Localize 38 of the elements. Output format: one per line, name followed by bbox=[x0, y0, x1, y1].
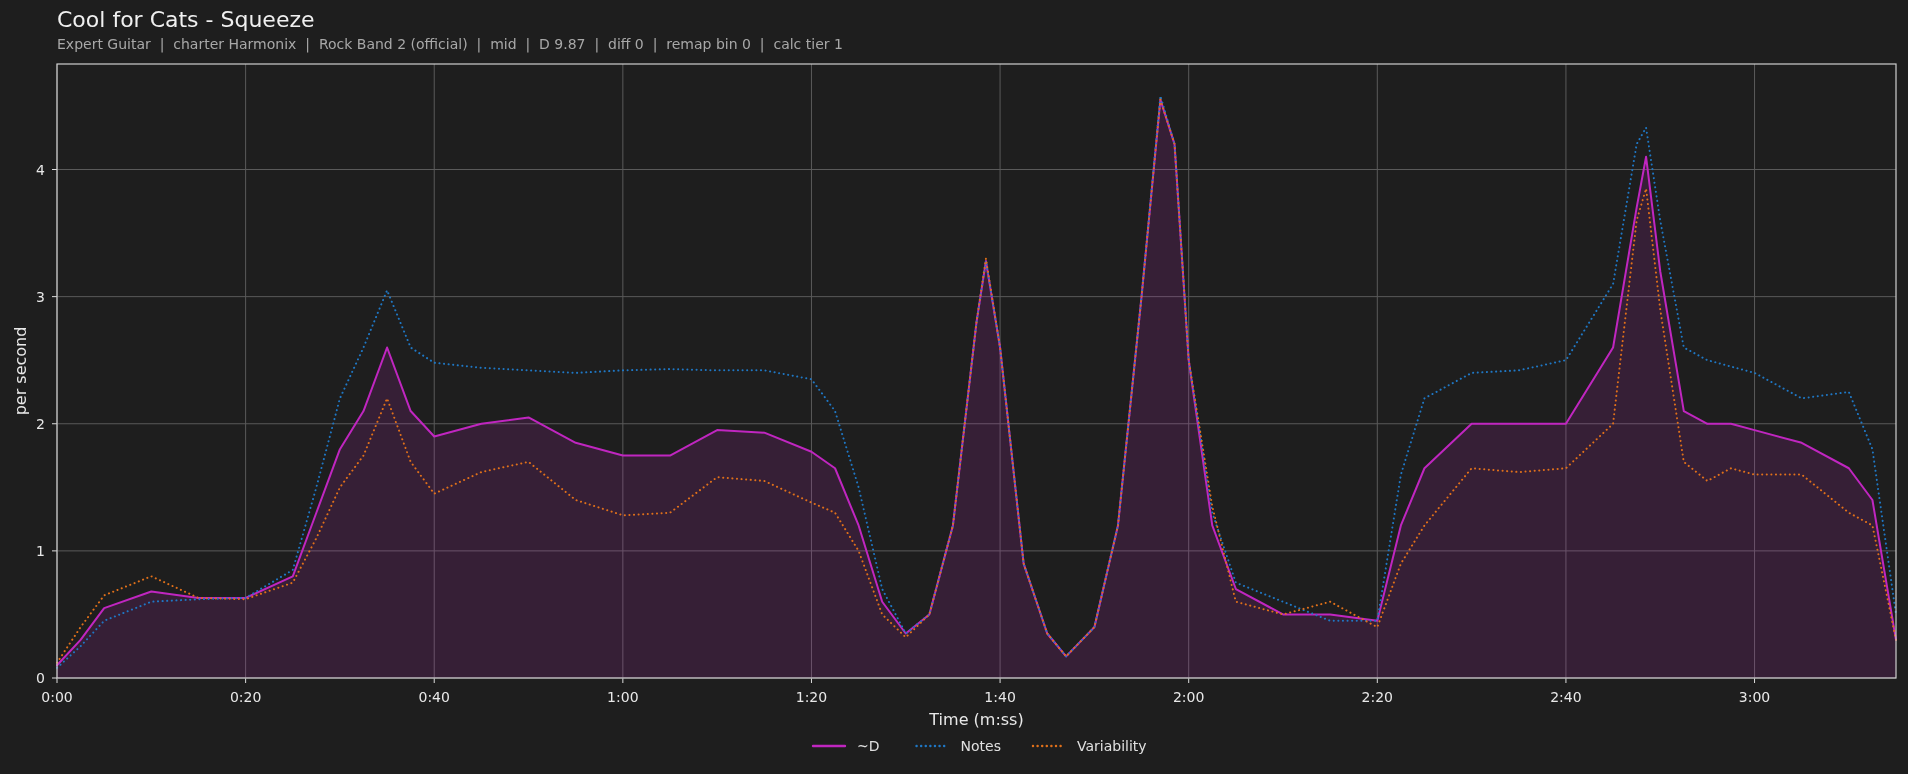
legend-label: Variability bbox=[1076, 738, 1147, 754]
x-tick-label: 1:40 bbox=[984, 689, 1016, 705]
x-tick-label: 2:20 bbox=[1361, 689, 1394, 705]
y-tick-mark bbox=[51, 423, 58, 425]
x-tick-label: 0:40 bbox=[418, 689, 450, 705]
x-tick-mark bbox=[1376, 677, 1378, 684]
x-axis-label: Time (m:ss) bbox=[929, 710, 1024, 729]
legend-swatch bbox=[811, 744, 847, 748]
x-tick-mark bbox=[810, 677, 812, 684]
y-tick-mark bbox=[51, 677, 58, 679]
y-tick-mark bbox=[51, 169, 58, 170]
x-tick-mark bbox=[245, 677, 247, 684]
y-tick-label: 4 bbox=[36, 161, 45, 178]
x-tick-label: 1:00 bbox=[607, 689, 639, 705]
y-tick-label: 1 bbox=[36, 542, 45, 559]
y-tick-mark bbox=[51, 296, 58, 298]
x-tick-mark bbox=[56, 677, 58, 684]
x-tick-label: 2:40 bbox=[1550, 689, 1582, 705]
y-tick-label: 3 bbox=[36, 288, 45, 305]
x-tick-label: 0:00 bbox=[41, 689, 73, 705]
y-tick-label: 0 bbox=[36, 670, 45, 686]
chart-subtitle: Expert Guitar | charter Harmonix | Rock Band 2 (official) | mid | D 9.87 | diff 0 | remap bin 0 | calc tier 1 bbox=[57, 36, 843, 52]
x-tick-mark bbox=[1565, 677, 1567, 684]
x-tick-mark bbox=[999, 677, 1001, 684]
chart-title: Cool for Cats - Squeeze bbox=[57, 7, 315, 32]
x-tick-mark bbox=[1188, 677, 1190, 684]
legend-label: ~D bbox=[857, 738, 880, 754]
y-tick-label: 2 bbox=[36, 415, 45, 432]
x-tick-label: 3:00 bbox=[1738, 689, 1771, 705]
x-tick-label: 0:20 bbox=[229, 689, 262, 705]
x-tick-mark bbox=[1754, 677, 1756, 684]
x-tick-mark bbox=[433, 677, 435, 684]
x-tick-label: 1:20 bbox=[795, 689, 828, 705]
x-tick-mark bbox=[622, 677, 624, 684]
legend-label: Notes bbox=[960, 738, 1001, 754]
x-tick-label: 2:00 bbox=[1172, 689, 1205, 705]
y-tick-mark bbox=[51, 550, 58, 552]
y-axis-label: per second bbox=[11, 326, 30, 416]
